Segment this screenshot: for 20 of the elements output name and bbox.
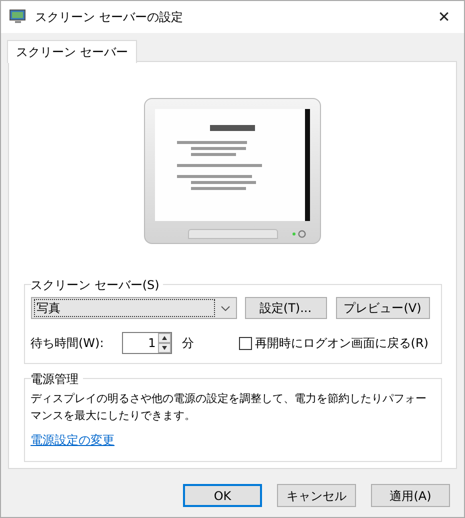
close-button[interactable]: ✕ xyxy=(424,2,464,32)
dialog-button[interactable]: 適用(A) xyxy=(371,484,450,507)
power-settings-link[interactable]: 電源設定の変更 xyxy=(30,431,114,449)
settings-button[interactable]: 設定(T)... xyxy=(244,297,326,319)
power-description: ディスプレイの明るさや他の電源の設定を調整して、電力を節約したりパフォーマンスを最大にしたりできます。 xyxy=(30,391,428,424)
minutes-label: 分 xyxy=(182,335,194,352)
dialog-button[interactable]: キャンセル xyxy=(277,484,356,507)
monitor-icon xyxy=(9,9,27,25)
logon-checkbox-label[interactable]: 再開時にログオン画面に戻る(R) xyxy=(254,334,428,352)
wait-time-label: 待ち時間(W): xyxy=(30,335,104,352)
preview-button[interactable]: プレビュー(V) xyxy=(336,297,430,319)
chevron-down-icon xyxy=(220,306,230,310)
logon-checkbox[interactable] xyxy=(238,336,252,350)
screen-saver-dropdown[interactable]: 写真 xyxy=(30,297,236,319)
tab[interactable]: スクリーン セーバー xyxy=(7,40,137,63)
dialog-button[interactable]: OK xyxy=(183,484,262,507)
spin-arrows-icon xyxy=(158,333,171,353)
wait-time-spinner[interactable]: 1 xyxy=(122,332,172,354)
power-light-icon xyxy=(292,230,306,238)
window-title: スクリーン セーバーの設定 xyxy=(35,9,183,26)
